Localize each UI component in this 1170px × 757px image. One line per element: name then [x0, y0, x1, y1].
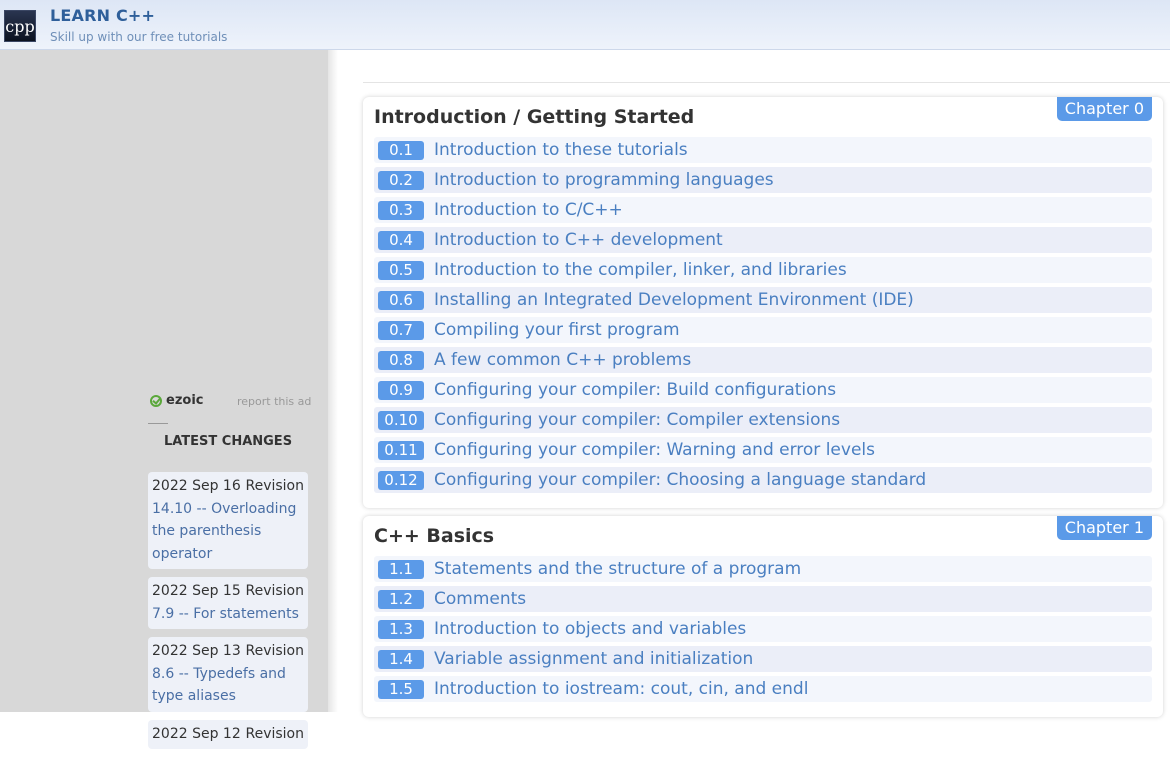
lesson-row[interactable]: 0.8 A few common C++ problems — [374, 347, 1152, 373]
lesson-number-badge: 0.12 — [378, 470, 424, 490]
lesson-row[interactable]: 0.2 Introduction to programming languages — [374, 167, 1152, 193]
site-logo[interactable]: cpp — [4, 10, 36, 42]
lesson-link[interactable]: A few common C++ problems — [434, 350, 691, 370]
lesson-number-badge: 0.4 — [378, 230, 424, 250]
lesson-number-badge: 0.3 — [378, 200, 424, 220]
lesson-number-badge: 1.1 — [378, 559, 424, 579]
lesson-list: 1.1 Statements and the structure of a pro… — [374, 556, 1152, 702]
lesson-row[interactable]: 0.10 Configuring your compiler: Compiler … — [374, 407, 1152, 433]
change-link[interactable]: 7.9 -- For statements — [152, 606, 299, 622]
chapter-title[interactable]: C++ Basics — [374, 524, 1152, 556]
lesson-number-badge: 1.2 — [378, 589, 424, 609]
lesson-link[interactable]: Introduction to C++ development — [434, 230, 723, 250]
change-link[interactable]: 8.6 -- Typedefs and type aliases — [152, 666, 286, 705]
lesson-row[interactable]: 0.6 Installing an Integrated Development … — [374, 287, 1152, 313]
lesson-row[interactable]: 0.3 Introduction to C/C++ — [374, 197, 1152, 223]
ad-brand[interactable]: ezoic — [150, 393, 203, 408]
lesson-row[interactable]: 0.12 Configuring your compiler: Choosing … — [374, 467, 1152, 493]
change-item: Revision 2022 Sep 16 14.10 -- Overloadin… — [148, 472, 308, 569]
lesson-link[interactable]: Introduction to these tutorials — [434, 140, 688, 160]
lesson-link[interactable]: Installing an Integrated Development Env… — [434, 290, 914, 310]
site-header: cpp LEARN C++ Skill up with our free tut… — [0, 0, 1170, 50]
lesson-number-badge: 0.7 — [378, 320, 424, 340]
lesson-number-badge: 0.5 — [378, 260, 424, 280]
chapter-section: Chapter 1 C++ Basics 1.1 Statements and the… — [363, 516, 1163, 717]
chapter-badge[interactable]: Chapter 0 — [1056, 97, 1152, 121]
lesson-link[interactable]: Introduction to the compiler, linker, an… — [434, 260, 847, 280]
change-type: Revision — [245, 725, 304, 742]
lesson-link[interactable]: Compiling your first program — [434, 320, 680, 340]
change-link[interactable]: 14.10 -- Overloading the parenthesis ope… — [152, 501, 296, 562]
lesson-number-badge: 0.9 — [378, 380, 424, 400]
change-date: 2022 Sep 12 — [152, 725, 241, 742]
lesson-number-badge: 0.8 — [378, 350, 424, 370]
lesson-number-badge: 1.3 — [378, 619, 424, 639]
lesson-link[interactable]: Configuring your compiler: Warning and e… — [434, 440, 875, 460]
lesson-row[interactable]: 0.4 Introduction to C++ development — [374, 227, 1152, 253]
lesson-row[interactable]: 0.9 Configuring your compiler: Build conf… — [374, 377, 1152, 403]
lesson-number-badge: 1.5 — [378, 679, 424, 699]
site-tagline: Skill up with our free tutorials — [50, 30, 228, 44]
ad-brand-label: ezoic — [166, 393, 204, 408]
lesson-list: 0.1 Introduction to these tutorials 0.2 Int… — [374, 137, 1152, 493]
chapter-section: Chapter 0 Introduction / Getting Started 0… — [363, 97, 1163, 508]
lesson-row[interactable]: 1.3 Introduction to objects and variables — [374, 616, 1152, 642]
divider — [363, 82, 1170, 83]
chapter-badge[interactable]: Chapter 1 — [1056, 516, 1152, 540]
lesson-row[interactable]: 0.11 Configuring your compiler: Warning a… — [374, 437, 1152, 463]
change-date: 2022 Sep 16 — [152, 478, 241, 494]
change-date: 2022 Sep 15 — [152, 583, 241, 599]
lesson-link[interactable]: Comments — [434, 589, 526, 609]
lesson-row[interactable]: 1.1 Statements and the structure of a pro… — [374, 556, 1152, 582]
lesson-row[interactable]: 1.4 Variable assignment and initializatio… — [374, 646, 1152, 672]
lesson-row[interactable]: 1.2 Comments — [374, 586, 1152, 612]
lesson-number-badge: 1.4 — [378, 649, 424, 669]
chapter-title[interactable]: Introduction / Getting Started — [374, 105, 1152, 137]
lesson-number-badge: 0.1 — [378, 140, 424, 160]
lesson-link[interactable]: Introduction to C/C++ — [434, 200, 623, 220]
change-item: Revision 2022 Sep 13 8.6 -- Typedefs and… — [148, 637, 308, 712]
site-title[interactable]: LEARN C++ — [50, 6, 155, 25]
change-type: Revision — [245, 478, 304, 494]
lesson-link[interactable]: Variable assignment and initialization — [434, 649, 753, 669]
lesson-row[interactable]: 0.7 Compiling your first program — [374, 317, 1152, 343]
change-item: Revision 2022 Sep 12 — [148, 719, 308, 749]
lesson-link[interactable]: Configuring your compiler: Compiler exte… — [434, 410, 840, 430]
report-ad-link[interactable]: report this ad — [237, 395, 311, 408]
lesson-number-badge: 0.11 — [378, 440, 424, 460]
divider — [148, 423, 168, 424]
change-type: Revision — [245, 643, 304, 659]
lesson-link[interactable]: Statements and the structure of a progra… — [434, 559, 801, 579]
sidebar-shadow — [328, 50, 338, 712]
change-date: 2022 Sep 13 — [152, 643, 241, 659]
latest-changes-heading: LATEST CHANGES — [163, 434, 293, 449]
lesson-row[interactable]: 0.1 Introduction to these tutorials — [374, 137, 1152, 163]
lesson-row[interactable]: 1.5 Introduction to iostream: cout, cin, … — [374, 676, 1152, 702]
change-type: Revision — [245, 583, 304, 599]
lesson-number-badge: 0.2 — [378, 170, 424, 190]
lesson-number-badge: 0.6 — [378, 290, 424, 310]
lesson-number-badge: 0.10 — [378, 410, 424, 430]
lesson-link[interactable]: Introduction to iostream: cout, cin, and… — [434, 679, 808, 699]
change-item: Revision 2022 Sep 15 7.9 -- For statemen… — [148, 577, 308, 629]
lesson-link[interactable]: Configuring your compiler: Choosing a la… — [434, 470, 926, 490]
ezoic-check-icon — [150, 394, 162, 407]
lesson-row[interactable]: 0.5 Introduction to the compiler, linker,… — [374, 257, 1152, 283]
lesson-link[interactable]: Introduction to objects and variables — [434, 619, 746, 639]
lesson-link[interactable]: Introduction to programming languages — [434, 170, 774, 190]
latest-changes-list: Revision 2022 Sep 16 14.10 -- Overloadin… — [148, 472, 308, 757]
lesson-link[interactable]: Configuring your compiler: Build configu… — [434, 380, 836, 400]
